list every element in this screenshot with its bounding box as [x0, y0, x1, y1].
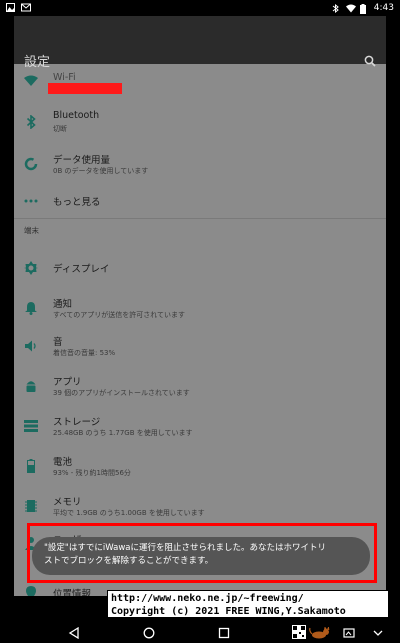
search-icon[interactable]: [364, 52, 376, 67]
more-label: もっと見る: [53, 197, 101, 208]
cat-logo-icon: [309, 624, 331, 639]
bluetooth-row[interactable]: Bluetooth 切断: [14, 102, 386, 142]
gallery-icon: [6, 3, 15, 12]
wifi-settings-icon: [24, 74, 38, 88]
memory-status: 平均で 1.9GB のうち1.00GB を使用しています: [53, 509, 205, 517]
location-label: 位置情報: [53, 589, 92, 596]
apps-row[interactable]: アプリ 39 個のアプリがインストールされています: [14, 366, 386, 406]
storage-label: ストレージ: [53, 417, 101, 428]
back-icon[interactable]: [68, 624, 80, 640]
memory-row[interactable]: メモリ 平均で 1.9GB のうち1.00GB を使用しています: [14, 486, 386, 526]
status-bar: 4:43: [0, 0, 400, 16]
apps-label: アプリ: [53, 377, 82, 388]
bluetooth-icon: [332, 3, 341, 13]
battery-label: 電池: [53, 457, 73, 468]
android-icon: [24, 379, 38, 393]
battery-row[interactable]: 電池 93% - 残り約1時間56分: [14, 446, 386, 486]
battery-settings-icon: [24, 459, 38, 473]
data-usage-icon: [24, 157, 38, 171]
toast-line-1: "設定"はすでにiWawaに運行を阻止させられました。あなたはホワイトリ: [44, 543, 326, 553]
volume-icon: [24, 339, 38, 353]
mail-icon: [21, 3, 31, 12]
display-label: ディスプレイ: [53, 264, 110, 275]
redacted-network-name: [48, 83, 122, 94]
section-divider: [14, 218, 386, 219]
memory-label: メモリ: [53, 497, 82, 508]
screenshot-icon[interactable]: [343, 624, 355, 638]
wifi-icon: [345, 4, 356, 13]
watermark-url: http://www.neko.ne.jp/~freewing/: [111, 593, 304, 604]
notifications-row[interactable]: 通知 すべてのアプリが送信を許可されています: [14, 288, 386, 328]
storage-icon: [24, 419, 38, 433]
battery-icon: [359, 3, 369, 14]
recents-icon[interactable]: [218, 624, 230, 639]
location-pin-icon: [24, 586, 38, 596]
brightness-icon: [24, 261, 38, 275]
data-usage-row[interactable]: データ使用量 0B のデータを使用しています: [14, 144, 386, 184]
notifications-status: すべてのアプリが送信を許可されています: [53, 311, 186, 319]
bluetooth-status: 切断: [53, 125, 67, 133]
toast-message: "設定"はすでにiWawaに運行を阻止させられました。あなたはホワイトリ ストで…: [32, 537, 370, 575]
apps-status: 39 個のアプリがインストールされています: [53, 389, 190, 397]
battery-status: 93% - 残り約1時間56分: [53, 469, 131, 477]
toolbar: 設定: [14, 16, 386, 70]
more-row[interactable]: もっと見る: [14, 182, 386, 222]
storage-row[interactable]: ストレージ 25.48GB のうち 1.77GB を使用しています: [14, 406, 386, 446]
copyright-watermark: http://www.neko.ne.jp/~freewing/ Copyrig…: [107, 590, 389, 618]
data-usage-label: データ使用量: [53, 155, 111, 166]
bluetooth-label: Bluetooth: [53, 110, 100, 121]
data-usage-status: 0B のデータを使用しています: [53, 167, 149, 175]
sound-status: 着信音の音量: 53%: [53, 349, 116, 357]
notifications-label: 通知: [53, 299, 73, 310]
memory-icon: [24, 499, 38, 513]
navigation-bar: [0, 620, 400, 640]
settings-app: 設定 Wi-Fi Bluetooth 切断 データ使用量 0B のデータを使用し…: [14, 16, 386, 596]
home-icon[interactable]: [143, 624, 155, 639]
device-section-header: 端末: [24, 226, 39, 235]
sound-label: 音: [53, 337, 63, 348]
watermark-copyright: Copyright (c) 2021 FREE WING,Y.Sakamoto: [111, 606, 346, 617]
storage-status: 25.48GB のうち 1.77GB を使用しています: [53, 429, 193, 437]
bluetooth-settings-icon: [24, 115, 38, 129]
sound-row[interactable]: 音 着信音の音量: 53%: [14, 326, 386, 366]
status-time: 4:43: [373, 3, 394, 13]
toast-line-2: ストでブロックを解除することができます。: [44, 556, 214, 566]
wifi-label: Wi-Fi: [53, 72, 76, 83]
display-row[interactable]: ディスプレイ: [14, 248, 386, 288]
qr-code-icon[interactable]: [292, 624, 306, 639]
keyboard-down-icon[interactable]: [372, 624, 384, 636]
bell-icon: [24, 301, 38, 315]
more-dots-icon: [24, 194, 38, 208]
